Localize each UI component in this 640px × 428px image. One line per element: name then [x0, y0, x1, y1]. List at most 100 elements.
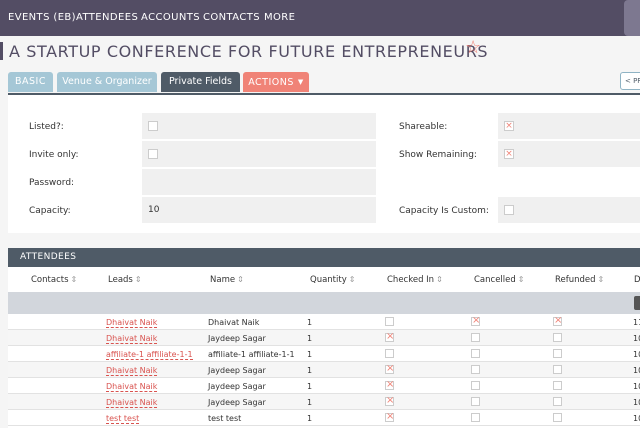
tab-venue-organizer[interactable]: Venue & Organizer: [57, 72, 157, 92]
actions-label: ACTIONS: [248, 77, 294, 88]
nav-create-button[interactable]: [624, 0, 640, 36]
capacity-custom-label: Capacity Is Custom:: [399, 206, 489, 216]
quantity-value: 1: [307, 414, 313, 423]
nav-item-attendees[interactable]: ATTENDEES: [76, 12, 138, 23]
capacity-value: 10: [142, 197, 376, 223]
column-header-refunded[interactable]: Refunded ⇕: [555, 275, 604, 285]
column-header-checked-in[interactable]: Checked In ⇕: [387, 275, 443, 285]
checked-in-checkbox: [385, 411, 394, 422]
sort-icon: ⇕: [517, 275, 525, 284]
nav-item-accounts[interactable]: ACCOUNTS: [141, 12, 200, 23]
d-value: 10: [633, 382, 640, 391]
lead-link[interactable]: test test: [106, 414, 140, 424]
column-header-cancelled[interactable]: Cancelled ⇕: [474, 275, 525, 285]
quantity-value: 1: [307, 350, 313, 359]
table-row: Dhaivat Naik Jaydeep Sagar 1 10: [8, 394, 640, 410]
d-value: 10: [633, 350, 640, 359]
checked-in-checkbox: [385, 349, 394, 358]
lead-link[interactable]: Dhaivat Naik: [106, 334, 158, 344]
d-value: 10: [633, 334, 640, 343]
private-fields-panel: Listed?: Invite only: Password: Capacity…: [8, 93, 640, 233]
star-outline-icon[interactable]: ☆: [465, 38, 481, 58]
capacity-custom-value: [498, 197, 640, 223]
sort-icon: ⇕: [237, 275, 244, 284]
checked-in-checkbox: [385, 331, 394, 342]
column-header-name[interactable]: Name ⇕: [210, 275, 244, 285]
cancelled-checkbox: [471, 349, 480, 358]
refunded-checkbox: [553, 365, 562, 374]
column-header-contacts[interactable]: Contacts ⇕: [31, 275, 77, 285]
attendees-title: ATTENDEES: [20, 252, 77, 262]
table-row: test test test test 1 10: [8, 410, 640, 426]
cancelled-checkbox: [471, 365, 480, 374]
quantity-value: 1: [307, 318, 313, 327]
attendee-name: Jaydeep Sagar: [208, 334, 266, 343]
quantity-value: 1: [307, 366, 313, 375]
shareable-value: ×: [498, 113, 640, 139]
table-row: Dhaivat Naik Jaydeep Sagar 1 10: [8, 362, 640, 378]
actions-menu-button[interactable]: ACTIONS ▼: [243, 72, 309, 92]
table-filter-row: [8, 292, 640, 314]
d-value: 11: [633, 318, 640, 327]
nav-item-contacts[interactable]: CONTACTS: [203, 12, 260, 23]
refunded-checkbox: [553, 397, 562, 406]
lead-link[interactable]: Dhaivat Naik: [106, 382, 158, 392]
quantity-value: 1: [307, 334, 313, 343]
tab-basic[interactable]: BASIC: [8, 72, 53, 92]
checked-in-checkbox: [385, 363, 394, 374]
filter-button[interactable]: [634, 296, 640, 310]
sort-icon: ⇕: [597, 275, 605, 284]
attendee-name: Jaydeep Sagar: [208, 366, 266, 375]
attendee-name: affiliate-1 affiliate-1-1: [208, 350, 295, 359]
sort-icon: ⇕: [134, 275, 142, 284]
prev-record-button[interactable]: < PREV: [620, 72, 640, 90]
lead-link[interactable]: Dhaivat Naik: [106, 318, 158, 328]
column-header-d[interactable]: D: [634, 275, 640, 285]
lead-link[interactable]: Dhaivat Naik: [106, 366, 158, 376]
d-value: 10: [633, 398, 640, 407]
cancelled-checkbox: [471, 381, 480, 390]
sort-icon: ⇕: [70, 275, 78, 284]
show-remaining-checked-icon: ×: [504, 149, 514, 159]
table-row: Dhaivat NaikDhaivat Naik111: [8, 314, 640, 330]
show-remaining-value: ×: [498, 141, 640, 167]
record-header: A STARTUP CONFERENCE FOR FUTURE ENTREPRE…: [0, 38, 640, 64]
table-header-row: Contacts ⇕ Leads ⇕ Name ⇕ Quantity ⇕ Checked…: [8, 267, 640, 292]
lead-link[interactable]: Dhaivat Naik: [106, 398, 158, 408]
listed-label: Listed?:: [29, 122, 64, 132]
refunded-checkbox: [553, 349, 562, 358]
attendee-name: Jaydeep Sagar: [208, 382, 266, 391]
table-row: Dhaivat Naik Jaydeep Sagar 1 10: [8, 330, 640, 346]
refunded-checkbox: [553, 315, 562, 326]
column-header-quantity[interactable]: Quantity ⇕: [310, 275, 355, 285]
nav-item-more[interactable]: MORE: [264, 12, 295, 23]
attendee-name: Jaydeep Sagar: [208, 398, 266, 407]
cancelled-checkbox: [471, 333, 480, 342]
sort-icon: ⇕: [436, 275, 443, 284]
attendees-subpanel: ATTENDEES Contacts ⇕ Leads ⇕ Name ⇕ Quantit…: [8, 248, 640, 428]
nav-item-events[interactable]: EVENTS (EB): [8, 12, 76, 23]
caret-down-icon: ▼: [297, 78, 304, 86]
sort-icon: ⇕: [348, 275, 356, 284]
title-accent-bar: [0, 42, 3, 60]
tab-private-fields[interactable]: Private Fields: [161, 72, 240, 92]
quantity-value: 1: [307, 398, 313, 407]
lead-link[interactable]: affiliate-1 affiliate-1-1: [106, 350, 193, 360]
capacity-custom-checkbox: [504, 205, 514, 215]
column-header-leads[interactable]: Leads ⇕: [108, 275, 142, 285]
refunded-checkbox: [553, 381, 562, 390]
top-navigation-bar: EVENTS (EB) ATTENDEES ACCOUNTS CONTACTS …: [0, 0, 640, 36]
attendee-name: test test: [208, 414, 242, 423]
checked-in-checkbox: [385, 379, 394, 390]
show-remaining-label: Show Remaining:: [399, 150, 477, 160]
table-row: Dhaivat Naik Jaydeep Sagar 1 10: [8, 378, 640, 394]
attendees-header[interactable]: ATTENDEES: [8, 248, 640, 267]
attendee-name: Dhaivat Naik: [208, 318, 260, 327]
quantity-value: 1: [307, 382, 313, 391]
d-value: 10: [633, 366, 640, 375]
password-label: Password:: [29, 178, 75, 188]
d-value: 10: [633, 414, 640, 423]
invite-only-label: Invite only:: [29, 150, 79, 160]
cancelled-checkbox: [471, 315, 480, 326]
invite-only-checkbox: [148, 149, 158, 159]
